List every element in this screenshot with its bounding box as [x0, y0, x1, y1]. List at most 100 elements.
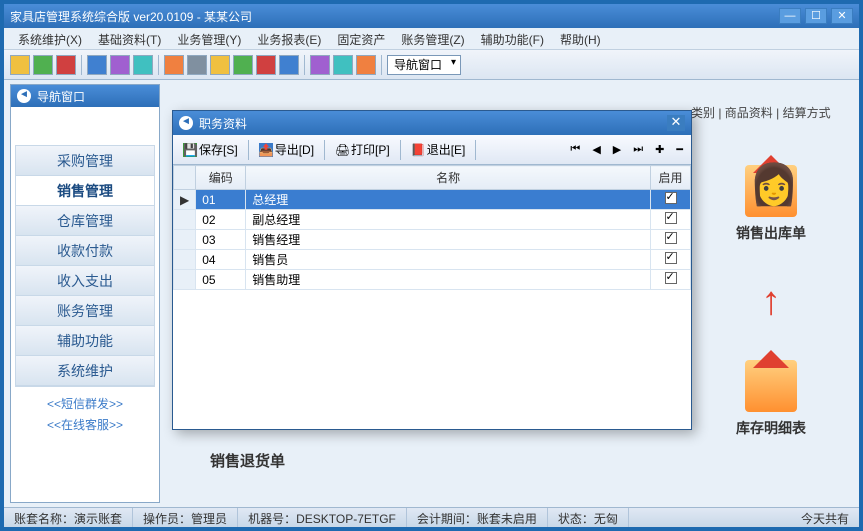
status-machine: DESKTOP-7ETGF	[296, 512, 396, 526]
col-name[interactable]: 名称	[246, 166, 651, 190]
toolbar-btn-13[interactable]	[310, 55, 330, 75]
toolbar-btn-7[interactable]	[164, 55, 184, 75]
cell-enable[interactable]	[651, 230, 691, 250]
cell-name[interactable]: 销售助理	[246, 270, 651, 290]
export-button[interactable]: 📤导出[D]	[255, 139, 318, 160]
nav-panel-title-bar: 导航窗口	[11, 85, 159, 107]
toolbar-btn-2[interactable]	[33, 55, 53, 75]
nav-purchase[interactable]: 采购管理	[16, 146, 154, 176]
cell-name[interactable]: 副总经理	[246, 210, 651, 230]
toolbar-btn-4[interactable]	[87, 55, 107, 75]
nav-next-button[interactable]: ▶	[611, 143, 623, 156]
data-grid[interactable]: 编码 名称 启用 ▶01总经理02副总经理03销售经理04销售员05销售助理	[173, 165, 691, 429]
menu-system[interactable]: 系统维护(X)	[10, 28, 90, 49]
shortcut-arrow: ↑	[691, 279, 851, 324]
cell-name[interactable]: 总经理	[246, 190, 651, 210]
toolbar-btn-10[interactable]	[233, 55, 253, 75]
menu-help[interactable]: 帮助(H)	[552, 28, 609, 49]
toolbar-btn-14[interactable]	[333, 55, 353, 75]
cell-enable[interactable]	[651, 270, 691, 290]
nav-link-sms[interactable]: <<短信群发>>	[21, 393, 149, 414]
nav-delete-button[interactable]: ━	[674, 143, 685, 156]
exit-button[interactable]: 📕退出[E]	[407, 139, 470, 160]
cell-name[interactable]: 销售经理	[246, 230, 651, 250]
dialog-close-button[interactable]: ✕	[667, 115, 685, 131]
print-button[interactable]: 🖨打印[P]	[331, 139, 394, 160]
position-dialog: 职务资料 ✕ 💾保存[S] 📤导出[D] 🖨打印[P] 📕退出[E] ⏮ ◀ ▶…	[172, 110, 692, 430]
toolbar-btn-9[interactable]	[210, 55, 230, 75]
status-period: 账套未启用	[477, 512, 537, 526]
cell-code[interactable]: 04	[196, 250, 246, 270]
dialog-icon	[179, 116, 193, 130]
shortcut-sales-out[interactable]: 销售出库单	[691, 165, 851, 243]
row-indicator	[174, 230, 196, 250]
col-enable[interactable]: 启用	[651, 166, 691, 190]
nav-title-text: 导航窗口	[37, 88, 85, 105]
nav-income[interactable]: 收入支出	[16, 266, 154, 296]
dialog-title-bar[interactable]: 职务资料 ✕	[173, 111, 691, 135]
checkbox-icon[interactable]	[665, 212, 677, 224]
nav-accounting[interactable]: 账务管理	[16, 296, 154, 326]
row-indicator	[174, 210, 196, 230]
toolbar-btn-11[interactable]	[256, 55, 276, 75]
toolbar-btn-12[interactable]	[279, 55, 299, 75]
dialog-toolbar: 💾保存[S] 📤导出[D] 🖨打印[P] 📕退出[E] ⏮ ◀ ▶ ⏭ ✚ ━	[173, 135, 691, 165]
menu-basedata[interactable]: 基础资料(T)	[90, 28, 169, 49]
cell-enable[interactable]	[651, 210, 691, 230]
menu-report[interactable]: 业务报表(E)	[249, 28, 329, 49]
nav-link-service[interactable]: <<在线客服>>	[21, 414, 149, 435]
nav-payment[interactable]: 收款付款	[16, 236, 154, 266]
nav-sales[interactable]: 销售管理	[16, 176, 154, 206]
right-shortcuts: 类别 | 商品资料 | 结算方式 销售出库单 ↑ 库存明细表	[691, 104, 851, 438]
menu-business[interactable]: 业务管理(Y)	[169, 28, 249, 49]
status-today: 今天共有	[791, 508, 859, 527]
right-tabs[interactable]: 类别 | 商品资料 | 结算方式	[691, 104, 851, 129]
toolbar-btn-8[interactable]	[187, 55, 207, 75]
cell-enable[interactable]	[651, 190, 691, 210]
toolbar-nav-dropdown[interactable]: 导航窗口	[387, 55, 461, 75]
window-title: 家具店管理系统综合版 ver20.0109 - 某某公司	[10, 8, 779, 25]
cell-code[interactable]: 05	[196, 270, 246, 290]
checkbox-icon[interactable]	[665, 192, 677, 204]
nav-collapse-icon[interactable]	[17, 89, 31, 103]
row-indicator	[174, 270, 196, 290]
sales-out-icon	[745, 165, 797, 217]
cell-code[interactable]: 02	[196, 210, 246, 230]
cell-enable[interactable]	[651, 250, 691, 270]
minimize-button[interactable]: —	[779, 8, 801, 24]
nav-warehouse[interactable]: 仓库管理	[16, 206, 154, 236]
checkbox-icon[interactable]	[665, 232, 677, 244]
save-button[interactable]: 💾保存[S]	[179, 139, 242, 160]
toolbar-btn-6[interactable]	[133, 55, 153, 75]
cell-code[interactable]: 03	[196, 230, 246, 250]
nav-first-button[interactable]: ⏮	[568, 143, 582, 156]
table-row[interactable]: ▶01总经理	[174, 190, 691, 210]
toolbar-btn-3[interactable]	[56, 55, 76, 75]
shortcut-inventory-detail[interactable]: 库存明细表	[691, 360, 851, 438]
toolbar-btn-1[interactable]	[10, 55, 30, 75]
table-row[interactable]: 04销售员	[174, 250, 691, 270]
table-row[interactable]: 05销售助理	[174, 270, 691, 290]
toolbar-btn-15[interactable]	[356, 55, 376, 75]
nav-prev-button[interactable]: ◀	[590, 143, 602, 156]
center-shortcut-return[interactable]: 销售退货单	[210, 450, 285, 471]
nav-last-button[interactable]: ⏭	[631, 143, 645, 156]
row-indicator: ▶	[174, 190, 196, 210]
arrow-up-icon: ↑	[691, 279, 851, 324]
nav-add-button[interactable]: ✚	[653, 143, 666, 156]
nav-aux[interactable]: 辅助功能	[16, 326, 154, 356]
checkbox-icon[interactable]	[665, 252, 677, 264]
menu-aux[interactable]: 辅助功能(F)	[473, 28, 552, 49]
maximize-button[interactable]: ☐	[805, 8, 827, 24]
menu-assets[interactable]: 固定资产	[329, 28, 393, 49]
cell-name[interactable]: 销售员	[246, 250, 651, 270]
cell-code[interactable]: 01	[196, 190, 246, 210]
toolbar-btn-5[interactable]	[110, 55, 130, 75]
table-row[interactable]: 02副总经理	[174, 210, 691, 230]
table-row[interactable]: 03销售经理	[174, 230, 691, 250]
menu-account[interactable]: 账务管理(Z)	[393, 28, 472, 49]
close-button[interactable]: ✕	[831, 8, 853, 24]
checkbox-icon[interactable]	[665, 272, 677, 284]
col-code[interactable]: 编码	[196, 166, 246, 190]
nav-sysmaint[interactable]: 系统维护	[16, 356, 154, 386]
